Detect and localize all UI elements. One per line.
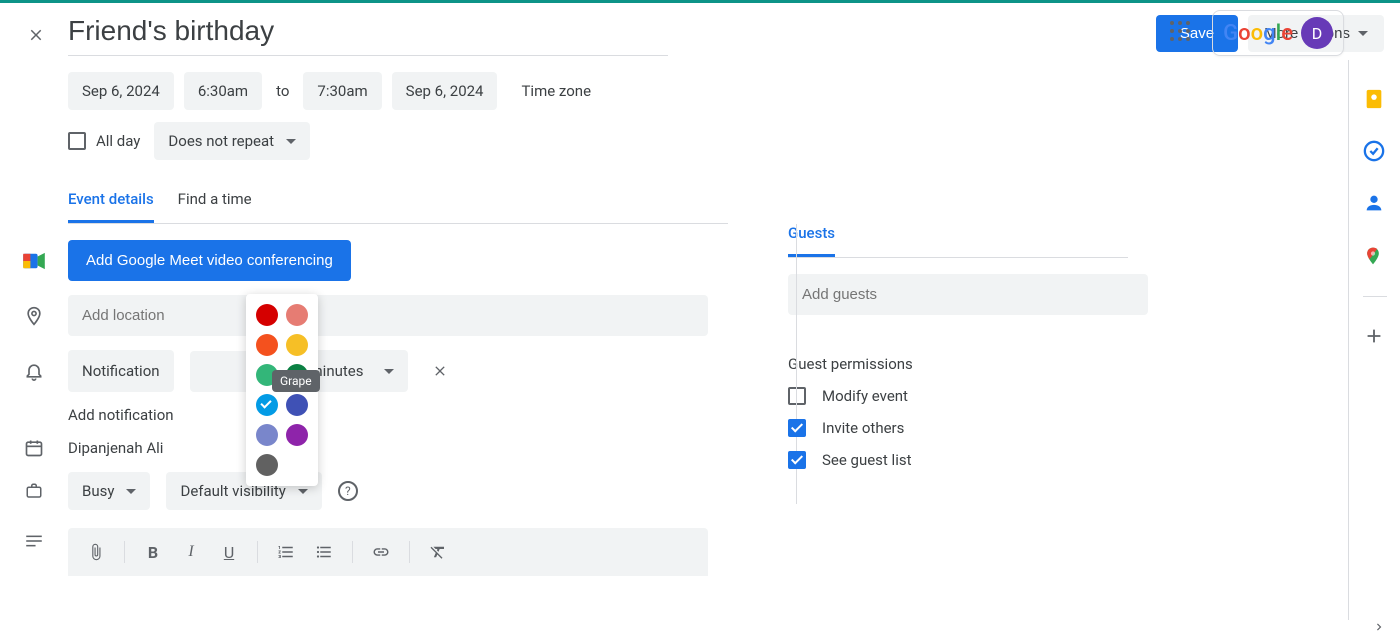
description-toolbar: B I U — [68, 528, 708, 576]
close-button[interactable] — [16, 15, 56, 55]
start-time[interactable]: 6:30am — [184, 72, 262, 110]
color-swatch-flamingo[interactable] — [286, 304, 308, 326]
color-swatch-banana[interactable] — [286, 334, 308, 356]
allday-label: All day — [96, 132, 140, 150]
side-panel-toggle[interactable] — [1372, 620, 1386, 634]
chevron-down-icon — [384, 369, 394, 374]
side-panel — [1348, 60, 1400, 620]
color-swatch-tangerine[interactable] — [256, 334, 278, 356]
calendar-icon — [16, 438, 52, 458]
modify-event-checkbox[interactable] — [788, 387, 806, 405]
briefcase-icon — [16, 482, 52, 500]
see-guest-list-label: See guest list — [822, 451, 912, 469]
color-tooltip: Grape — [272, 370, 320, 392]
add-meet-button[interactable]: Add Google Meet video conferencing — [68, 240, 351, 281]
color-swatch-graphite[interactable] — [256, 454, 278, 476]
add-notification-link[interactable]: Add notification — [68, 406, 174, 424]
notification-type-dropdown[interactable]: Notification — [68, 350, 174, 392]
color-swatch-tomato[interactable] — [256, 304, 278, 326]
google-logo: Google — [1223, 21, 1293, 46]
color-swatch-peacock[interactable] — [256, 394, 278, 416]
color-swatch-lavender[interactable] — [256, 424, 278, 446]
end-date[interactable]: Sep 6, 2024 — [392, 72, 498, 110]
close-icon — [27, 26, 45, 44]
underline-button[interactable]: U — [213, 536, 245, 568]
allday-checkbox[interactable] — [68, 132, 86, 150]
chevron-down-icon — [1358, 31, 1368, 36]
tab-find-a-time[interactable]: Find a time — [178, 190, 252, 223]
tab-event-details[interactable]: Event details — [68, 190, 154, 223]
add-guests-input[interactable] — [788, 274, 1148, 315]
invite-others-label: Invite others — [822, 419, 904, 437]
maps-icon[interactable] — [1363, 244, 1387, 268]
guest-permissions-title: Guest permissions — [788, 355, 1128, 373]
availability-dropdown[interactable]: Busy — [68, 472, 150, 510]
start-date[interactable]: Sep 6, 2024 — [68, 72, 174, 110]
ordered-list-button[interactable] — [270, 536, 302, 568]
event-title-input[interactable] — [68, 11, 668, 56]
notification-type-label: Notification — [82, 362, 160, 380]
repeat-label: Does not repeat — [168, 132, 274, 150]
modify-event-label: Modify event — [822, 387, 908, 405]
see-guest-list-checkbox[interactable] — [788, 451, 806, 469]
remove-notification-button[interactable] — [424, 355, 456, 387]
tasks-icon[interactable] — [1363, 140, 1387, 164]
chevron-down-icon — [126, 489, 136, 494]
contacts-icon[interactable] — [1363, 192, 1387, 216]
attach-button[interactable] — [80, 536, 112, 568]
italic-button[interactable]: I — [175, 536, 207, 568]
link-button[interactable] — [365, 536, 397, 568]
color-swatch-grape[interactable] — [286, 424, 308, 446]
visibility-help-icon[interactable]: ? — [338, 481, 358, 501]
keep-icon[interactable] — [1363, 88, 1387, 112]
bold-button[interactable]: B — [137, 536, 169, 568]
chevron-down-icon — [286, 139, 296, 144]
description-icon — [16, 534, 52, 548]
availability-label: Busy — [82, 482, 114, 500]
avatar[interactable]: D — [1301, 17, 1333, 49]
google-account-box[interactable]: Google D — [1212, 10, 1344, 56]
repeat-dropdown[interactable]: Does not repeat — [154, 122, 310, 160]
location-icon — [16, 305, 52, 327]
bell-icon — [16, 360, 52, 382]
add-addon-button[interactable] — [1363, 325, 1387, 349]
clear-format-button[interactable] — [422, 536, 454, 568]
calendar-owner: Dipanjenah Ali — [68, 439, 163, 457]
location-input[interactable] — [68, 295, 708, 336]
end-time[interactable]: 7:30am — [303, 72, 381, 110]
to-label: to — [272, 82, 293, 100]
invite-others-checkbox[interactable] — [788, 419, 806, 437]
close-icon — [432, 363, 448, 379]
color-swatch-blueberry[interactable] — [286, 394, 308, 416]
timezone-link[interactable]: Time zone — [521, 82, 591, 100]
meet-icon — [16, 252, 52, 270]
unordered-list-button[interactable] — [308, 536, 340, 568]
chevron-down-icon — [298, 489, 308, 494]
google-apps-button[interactable] — [1170, 21, 1194, 45]
